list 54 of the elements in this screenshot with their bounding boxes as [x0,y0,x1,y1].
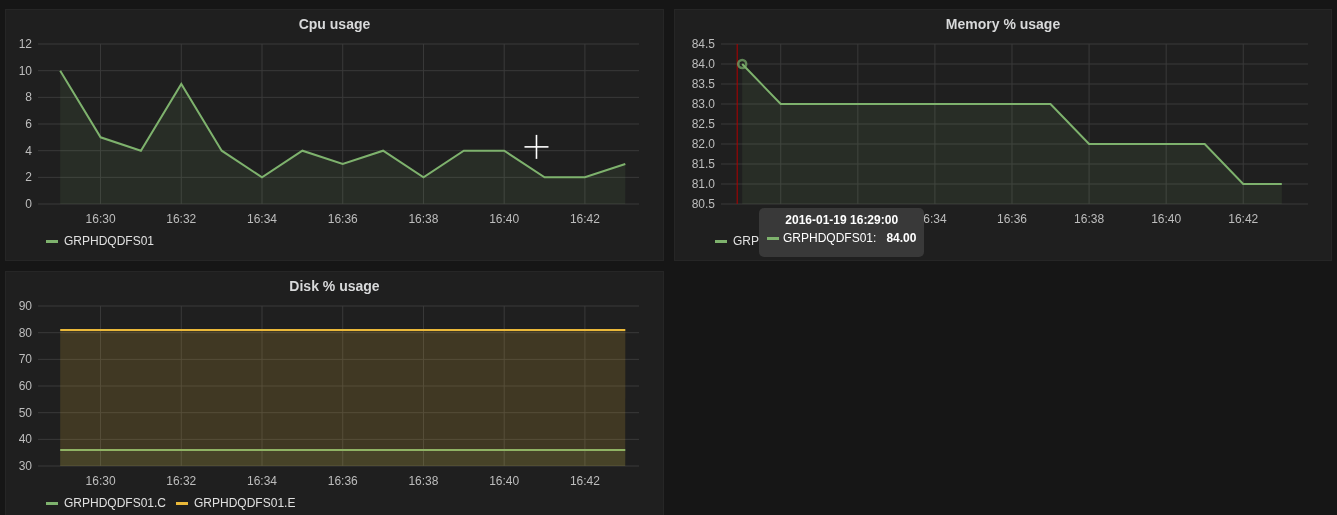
axis-tick-label: 16:36 [327,212,358,226]
panel-title: Cpu usage [297,15,372,34]
axis-tick-label: 16:38 [408,212,439,226]
axis-tick-label: 0 [25,197,32,211]
axis-tick-label: 60 [18,379,32,393]
axis-tick-label: 50 [18,405,32,420]
panel-title: Memory % usage [944,15,1062,34]
axis-tick-label: 84.5 [691,37,715,51]
tooltip-title: 2016-01-19 16:29:00 [784,213,900,227]
axis-tick-label: 16:40 [1151,212,1182,226]
axis-tick-label: 16:42 [569,474,600,488]
axis-tick-label: 82.0 [691,137,715,151]
axis-tick-label: 16:40 [489,212,520,226]
axis-tick-label: 80 [18,325,32,340]
axis-tick-label: 84.0 [691,57,715,71]
axis-tick-label: 90 [18,299,32,313]
axis-tick-label: 6:34 [923,212,947,226]
axis-tick-label: 16:34 [247,212,278,226]
axis-tick-label: 16:42 [1228,212,1259,226]
legend-label[interactable]: GRP [733,234,759,248]
legend-swatch [767,236,779,240]
axis-tick-label: 70 [18,352,32,367]
axis-tick-label: 12 [18,37,32,51]
axis-tick-label: 6 [25,117,32,131]
legend-label[interactable]: GRPHDQDFS01 [64,234,155,248]
axis-tick-label: 30 [18,459,32,473]
axis-tick-label: 4 [25,143,32,158]
axis-tick-label: 16:38 [408,474,439,488]
legend-label[interactable]: GRPHDQDFS01.C [64,496,167,510]
axis-tick-label: 16:36 [997,212,1027,226]
axis-tick-label: 82.5 [691,117,715,131]
axis-tick-label: 81.0 [691,177,715,191]
axis-tick-label: 10 [18,63,32,78]
axis-tick-label: 83.5 [691,77,715,91]
axis-tick-label: 81.5 [691,157,715,171]
axis-tick-label: 16:42 [569,212,600,226]
series-value: 84.00 [886,231,917,245]
axis-tick-label: 16:30 [85,212,116,226]
axis-tick-label: 16:30 [85,474,116,488]
axis-tick-label: 16:38 [1074,212,1105,226]
legend-label[interactable]: GRPHDQDFS01.E [194,496,296,510]
axis-tick-label: 16:32 [166,212,197,226]
axis-tick-label: 80.5 [691,197,715,211]
axis-tick-label: 8 [25,90,32,105]
axis-tick-label: 83.0 [691,97,715,111]
axis-tick-label: 16:32 [166,474,197,488]
axis-tick-label: 2 [25,170,32,185]
axis-tick-label: 16:34 [247,474,278,488]
axis-tick-label: 16:40 [489,474,520,488]
axis-tick-label: 16:36 [327,474,358,488]
axis-tick-label: 40 [18,432,32,447]
series-name: GRPHDQDFS01: [783,231,877,245]
panel-title: Disk % usage [288,277,381,296]
hover-point [736,58,748,70]
